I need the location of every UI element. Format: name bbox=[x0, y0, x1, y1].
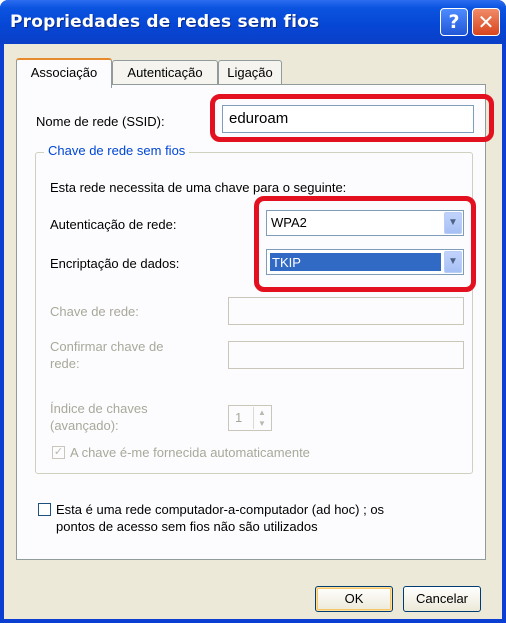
key-index-label-line2: (avançado): bbox=[50, 418, 119, 433]
confirm-key-label-line1: Confirmar chave de bbox=[50, 339, 164, 354]
key-index-label-line1: Índice de chaves bbox=[50, 401, 148, 416]
cancel-button[interactable]: Cancelar bbox=[403, 586, 481, 612]
encryption-label: Encriptação de dados: bbox=[50, 256, 180, 271]
tab-ligacao[interactable]: Ligação bbox=[218, 60, 282, 85]
auto-key-label: A chave é-me fornecida automaticamente bbox=[70, 445, 310, 460]
key-index-stepper[interactable]: 1 ▲ ▼ bbox=[228, 405, 272, 431]
auth-highlight bbox=[254, 196, 476, 292]
auto-key-checkbox[interactable]: ✓ bbox=[52, 446, 65, 459]
ssid-label: Nome de rede (SSID): bbox=[36, 114, 165, 129]
close-button[interactable]: ✕ bbox=[472, 8, 500, 36]
network-key-label: Chave de rede: bbox=[50, 304, 139, 319]
adhoc-checkbox[interactable] bbox=[38, 503, 51, 516]
network-key-input[interactable] bbox=[228, 297, 464, 325]
adhoc-label-line1: Esta é uma rede computador-a-computador … bbox=[56, 502, 385, 517]
chevron-down-icon[interactable]: ▼ bbox=[254, 418, 270, 429]
window-title: Propriedades de redes sem fios bbox=[10, 12, 320, 32]
group-title: Chave de rede sem fios bbox=[44, 143, 190, 158]
help-button[interactable]: ? bbox=[440, 8, 468, 36]
stepper-buttons[interactable]: ▲ ▼ bbox=[253, 407, 270, 429]
confirm-key-input[interactable] bbox=[228, 341, 464, 369]
ok-button[interactable]: OK bbox=[315, 586, 393, 612]
confirm-key-label-line2: rede: bbox=[50, 356, 80, 371]
key-index-value: 1 bbox=[235, 410, 243, 425]
tab-autenticacao[interactable]: Autenticação bbox=[112, 60, 218, 85]
ssid-highlight bbox=[210, 94, 494, 142]
auth-label: Autenticação de rede: bbox=[50, 217, 177, 232]
adhoc-label-line2: pontos de acesso sem fios não são utiliz… bbox=[56, 519, 318, 534]
checkmark-icon: ✓ bbox=[53, 446, 64, 458]
title-bar[interactable]: Propriedades de redes sem fios ? ✕ bbox=[0, 0, 506, 44]
tab-associacao[interactable]: Associação bbox=[16, 58, 112, 88]
key-requirement-text: Esta rede necessita de uma chave para o … bbox=[50, 180, 347, 195]
chevron-up-icon[interactable]: ▲ bbox=[254, 407, 270, 418]
